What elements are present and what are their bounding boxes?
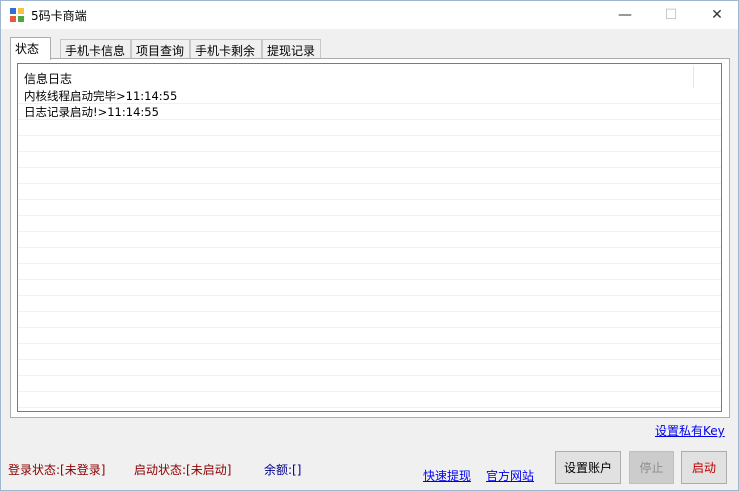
official-site-link[interactable]: 官方网站 xyxy=(486,467,534,484)
empty-log-row xyxy=(18,184,721,200)
empty-log-row xyxy=(18,280,721,296)
empty-log-row xyxy=(18,264,721,280)
window-title: 5码卡商端 xyxy=(31,9,87,23)
empty-log-row xyxy=(18,312,721,328)
status-tab-panel: 信息日志 内核线程启动完毕>11:14:55 日志记录启动!>11:14:55 xyxy=(10,58,730,418)
minimize-icon: — xyxy=(618,7,632,23)
maximize-icon: ☐ xyxy=(664,7,678,23)
set-account-button[interactable]: 设置账户 xyxy=(555,451,621,484)
app-grid-icon xyxy=(10,8,24,22)
app-window: 5码卡商端 — ☐ ✕ 状态 手机卡信息 项目查询 手机卡剩余 提现记录 信息日… xyxy=(0,0,739,491)
empty-log-row xyxy=(18,216,721,232)
empty-log-row xyxy=(18,248,721,264)
empty-log-row xyxy=(18,200,721,216)
empty-log-row xyxy=(18,152,721,168)
column-separator xyxy=(693,66,694,88)
start-status: 启动状态:[未启动] xyxy=(134,463,232,477)
empty-log-row xyxy=(18,344,721,360)
empty-log-row xyxy=(18,296,721,312)
tab-status[interactable]: 状态 xyxy=(10,37,51,60)
log-row: 日志记录启动!>11:14:55 xyxy=(18,104,721,120)
empty-log-row xyxy=(18,168,721,184)
minimize-button[interactable]: — xyxy=(602,1,648,29)
empty-log-row xyxy=(18,328,721,344)
empty-log-row xyxy=(18,136,721,152)
empty-log-row xyxy=(18,376,721,392)
empty-log-row xyxy=(18,120,721,136)
log-header: 信息日志 xyxy=(24,72,73,86)
maximize-button[interactable]: ☐ xyxy=(648,1,694,29)
title-bar: 5码卡商端 — ☐ ✕ xyxy=(1,1,738,29)
log-row: 内核线程启动完毕>11:14:55 xyxy=(18,88,721,104)
quick-withdraw-link[interactable]: 快速提现 xyxy=(423,467,471,484)
close-button[interactable]: ✕ xyxy=(694,1,739,29)
empty-log-row xyxy=(18,392,721,408)
info-log-list[interactable]: 信息日志 内核线程启动完毕>11:14:55 日志记录启动!>11:14:55 xyxy=(17,63,722,412)
log-rows: 内核线程启动完毕>11:14:55 日志记录启动!>11:14:55 xyxy=(18,88,721,408)
tab-sim-remaining[interactable]: 手机卡剩余 xyxy=(190,39,262,59)
tab-project-query[interactable]: 项目查询 xyxy=(131,39,190,59)
tab-strip: 状态 手机卡信息 项目查询 手机卡剩余 提现记录 xyxy=(10,37,730,60)
stop-button[interactable]: 停止 xyxy=(629,451,674,484)
empty-log-row xyxy=(18,232,721,248)
tab-withdraw-records[interactable]: 提现记录 xyxy=(262,39,321,59)
set-private-key-link[interactable]: 设置私有Key xyxy=(655,422,725,439)
close-icon: ✕ xyxy=(711,7,723,23)
tab-sim-info[interactable]: 手机卡信息 xyxy=(60,39,131,59)
login-status: 登录状态:[未登录] xyxy=(8,463,106,477)
empty-log-row xyxy=(18,360,721,376)
start-button[interactable]: 启动 xyxy=(681,451,727,484)
balance-status: 余额:[] xyxy=(264,463,302,477)
